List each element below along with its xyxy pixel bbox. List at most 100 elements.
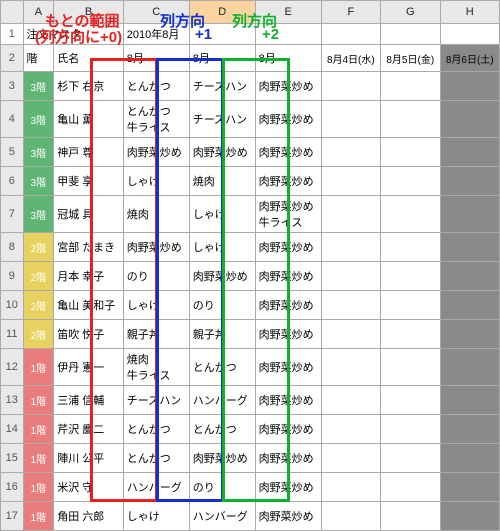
cell[interactable] <box>321 24 380 45</box>
cell-name[interactable]: 神戸 尊 <box>54 138 124 167</box>
cell-food[interactable]: しゃけ <box>189 196 255 233</box>
cell-food[interactable]: チーズハン <box>189 101 255 138</box>
cell[interactable] <box>255 24 321 45</box>
floor-badge[interactable]: 1階 <box>23 349 54 386</box>
cell[interactable] <box>321 262 380 291</box>
col-A[interactable]: A <box>23 1 54 24</box>
cell-food[interactable]: のり <box>189 291 255 320</box>
cell[interactable] <box>321 167 380 196</box>
row-header[interactable]: 17 <box>1 502 24 531</box>
cell-food[interactable]: のり <box>189 473 255 502</box>
cell-food[interactable]: チーズハン <box>123 386 189 415</box>
cell-dark[interactable] <box>440 444 500 473</box>
header-row[interactable]: 2 階 氏名 8月 8月 8月 8月4日(水) 8月5日(金) 8月6日(土) <box>1 45 500 72</box>
col-C[interactable]: C <box>123 1 189 24</box>
row-header[interactable]: 12 <box>1 349 24 386</box>
floor-badge[interactable]: 3階 <box>23 196 54 233</box>
cell-food[interactable]: 肉野菜炒め <box>255 262 321 291</box>
cell-food[interactable]: 肉野菜炒め牛ライス <box>255 196 321 233</box>
cell[interactable] <box>381 291 440 320</box>
cell[interactable] <box>381 24 440 45</box>
cell-food[interactable]: 肉野菜炒め <box>255 233 321 262</box>
cell-dark[interactable] <box>440 196 500 233</box>
floor-badge[interactable]: 1階 <box>23 502 54 531</box>
table-row[interactable]: 102階亀山 美和子しゃけのり肉野菜炒め <box>1 291 500 320</box>
col-H[interactable]: H <box>440 1 500 24</box>
cell-name[interactable]: 芹沢 慶二 <box>54 415 124 444</box>
cell-name[interactable]: 甲斐 享 <box>54 167 124 196</box>
cell[interactable] <box>381 473 440 502</box>
table-row[interactable]: 53階神戸 尊肉野菜炒め肉野菜炒め肉野菜炒め <box>1 138 500 167</box>
cell-name[interactable]: 笛吹 悦子 <box>54 320 124 349</box>
cell-dark[interactable] <box>440 101 500 138</box>
cell-dark[interactable] <box>440 320 500 349</box>
col-D[interactable]: D <box>189 1 255 24</box>
title-row[interactable]: 1 注文マスタ 2010年8月 <box>1 24 500 45</box>
row-header[interactable]: 6 <box>1 167 24 196</box>
cell[interactable] <box>321 138 380 167</box>
cell[interactable] <box>381 415 440 444</box>
cell[interactable] <box>381 167 440 196</box>
row-header[interactable]: 9 <box>1 262 24 291</box>
col-B[interactable]: B <box>54 1 124 24</box>
cell-dark[interactable] <box>440 473 500 502</box>
cell-dark[interactable] <box>440 167 500 196</box>
cell-food[interactable]: 焼肉 <box>189 167 255 196</box>
floor-badge[interactable]: 2階 <box>23 320 54 349</box>
cell[interactable] <box>321 233 380 262</box>
cell[interactable] <box>321 101 380 138</box>
cell[interactable] <box>321 444 380 473</box>
cell-dark[interactable] <box>440 262 500 291</box>
table-row[interactable]: 43階亀山 薫とんかつ牛ライスチーズハン肉野菜炒め <box>1 101 500 138</box>
cell[interactable] <box>321 349 380 386</box>
cell-food[interactable]: 焼肉 <box>123 196 189 233</box>
table-row[interactable]: 112階笛吹 悦子親子丼親子丼肉野菜炒め <box>1 320 500 349</box>
cell-name[interactable]: 米沢 守 <box>54 473 124 502</box>
cell[interactable] <box>321 291 380 320</box>
cell[interactable] <box>321 72 380 101</box>
cell[interactable] <box>381 444 440 473</box>
cell-food[interactable]: 肉野菜炒め <box>255 444 321 473</box>
table-row[interactable]: 121階伊丹 憲一焼肉牛ライスとんかつ肉野菜炒め <box>1 349 500 386</box>
cell-food[interactable]: チーズハン <box>189 72 255 101</box>
cell-name[interactable]: 角田 六郎 <box>54 502 124 531</box>
cell-food[interactable]: ハンバーグ <box>189 502 255 531</box>
cell-food[interactable]: しゃけ <box>123 291 189 320</box>
table-row[interactable]: 92階月本 幸子のり肉野菜炒め肉野菜炒め <box>1 262 500 291</box>
row-header[interactable]: 13 <box>1 386 24 415</box>
cell-name[interactable]: 亀山 美和子 <box>54 291 124 320</box>
cell-food[interactable]: しゃけ <box>123 502 189 531</box>
floor-badge[interactable]: 3階 <box>23 138 54 167</box>
row-header[interactable]: 8 <box>1 233 24 262</box>
table-row[interactable]: 161階米沢 守ハンバーグのり肉野菜炒め <box>1 473 500 502</box>
cell-title[interactable]: 注文マスタ <box>23 24 123 45</box>
floor-badge[interactable]: 3階 <box>23 101 54 138</box>
row-header[interactable]: 5 <box>1 138 24 167</box>
cell-food[interactable]: とんかつ <box>189 415 255 444</box>
cell-month[interactable]: 2010年8月 <box>123 24 189 45</box>
cell-name[interactable]: 亀山 薫 <box>54 101 124 138</box>
table-row[interactable]: 33階杉下 右京とんかつチーズハン肉野菜炒め <box>1 72 500 101</box>
cell[interactable] <box>381 502 440 531</box>
cell-dark[interactable] <box>440 415 500 444</box>
cell[interactable] <box>381 233 440 262</box>
cell-food[interactable]: 肉野菜炒め <box>255 72 321 101</box>
floor-badge[interactable]: 2階 <box>23 291 54 320</box>
cell-food[interactable]: とんかつ牛ライス <box>123 101 189 138</box>
cell-name[interactable]: 伊丹 憲一 <box>54 349 124 386</box>
row-header[interactable]: 16 <box>1 473 24 502</box>
cell-date[interactable]: 8月5日(金) <box>381 45 440 72</box>
cell-dark[interactable] <box>440 291 500 320</box>
cell-dark[interactable] <box>440 502 500 531</box>
floor-badge[interactable]: 2階 <box>23 233 54 262</box>
cell[interactable] <box>381 138 440 167</box>
cell-food[interactable]: とんかつ <box>189 349 255 386</box>
cell-food[interactable]: しゃけ <box>123 167 189 196</box>
cell-food[interactable]: とんかつ <box>123 72 189 101</box>
cell-food[interactable]: 親子丼 <box>189 320 255 349</box>
floor-badge[interactable]: 1階 <box>23 386 54 415</box>
cell-food[interactable]: 焼肉牛ライス <box>123 349 189 386</box>
floor-badge[interactable]: 3階 <box>23 72 54 101</box>
cell-food[interactable]: 肉野菜炒め <box>255 291 321 320</box>
cell-food[interactable]: ハンバーグ <box>123 473 189 502</box>
